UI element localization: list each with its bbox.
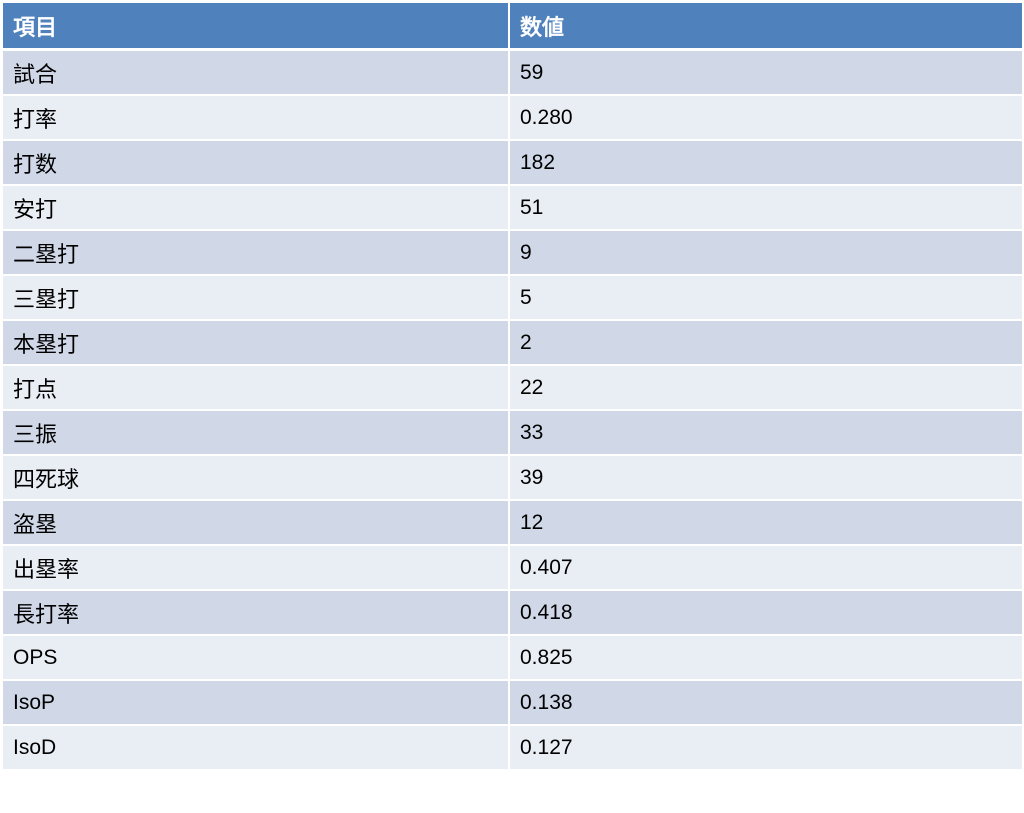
row-value: 0.418 xyxy=(510,591,1022,636)
row-value: 9 xyxy=(510,231,1022,276)
row-value: 51 xyxy=(510,186,1022,231)
header-value: 数値 xyxy=(510,3,1022,51)
table-row: 四死球 39 xyxy=(3,456,1022,501)
table-row: IsoP 0.138 xyxy=(3,681,1022,726)
row-item: 安打 xyxy=(3,186,510,231)
row-item: 本塁打 xyxy=(3,321,510,366)
row-item: 三塁打 xyxy=(3,276,510,321)
table-row: 試合 59 xyxy=(3,51,1022,96)
row-item: IsoP xyxy=(3,681,510,726)
row-item: 四死球 xyxy=(3,456,510,501)
row-item: OPS xyxy=(3,636,510,681)
row-value: 2 xyxy=(510,321,1022,366)
table-row: 打数 182 xyxy=(3,141,1022,186)
row-value: 22 xyxy=(510,366,1022,411)
row-value: 0.407 xyxy=(510,546,1022,591)
batting-stats-table: 項目 数値 試合 59 打率 0.280 打数 182 安打 51 二塁打 9 … xyxy=(3,3,1022,771)
row-item: 打数 xyxy=(3,141,510,186)
table-row: 二塁打 9 xyxy=(3,231,1022,276)
row-item: 三振 xyxy=(3,411,510,456)
row-value: 39 xyxy=(510,456,1022,501)
row-value: 59 xyxy=(510,51,1022,96)
row-value: 182 xyxy=(510,141,1022,186)
table-body: 試合 59 打率 0.280 打数 182 安打 51 二塁打 9 三塁打 5 … xyxy=(3,51,1022,771)
header-row: 項目 数値 xyxy=(3,3,1022,51)
table-row: IsoD 0.127 xyxy=(3,726,1022,771)
row-value: 0.138 xyxy=(510,681,1022,726)
table-row: 三振 33 xyxy=(3,411,1022,456)
row-value: 0.127 xyxy=(510,726,1022,771)
row-item: 盗塁 xyxy=(3,501,510,546)
row-item: 長打率 xyxy=(3,591,510,636)
table-row: 長打率 0.418 xyxy=(3,591,1022,636)
row-item: 二塁打 xyxy=(3,231,510,276)
header-item: 項目 xyxy=(3,3,510,51)
table-row: 盗塁 12 xyxy=(3,501,1022,546)
row-value: 12 xyxy=(510,501,1022,546)
table-row: 本塁打 2 xyxy=(3,321,1022,366)
row-item: 打点 xyxy=(3,366,510,411)
row-item: 打率 xyxy=(3,96,510,141)
row-item: 出塁率 xyxy=(3,546,510,591)
row-value: 33 xyxy=(510,411,1022,456)
row-item: IsoD xyxy=(3,726,510,771)
table-row: 出塁率 0.407 xyxy=(3,546,1022,591)
row-value: 5 xyxy=(510,276,1022,321)
table-row: OPS 0.825 xyxy=(3,636,1022,681)
row-value: 0.280 xyxy=(510,96,1022,141)
table-row: 打点 22 xyxy=(3,366,1022,411)
table-row: 安打 51 xyxy=(3,186,1022,231)
table-header: 項目 数値 xyxy=(3,3,1022,51)
row-value: 0.825 xyxy=(510,636,1022,681)
row-item: 試合 xyxy=(3,51,510,96)
table-row: 三塁打 5 xyxy=(3,276,1022,321)
table-row: 打率 0.280 xyxy=(3,96,1022,141)
